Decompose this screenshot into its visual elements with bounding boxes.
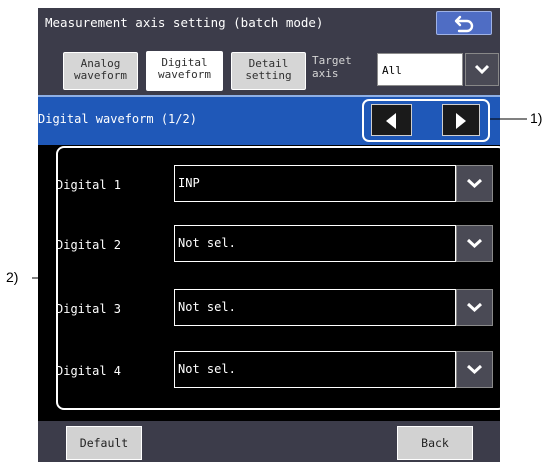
callout-lines xyxy=(32,118,527,279)
callout-1: 1) xyxy=(530,110,543,126)
callout-2: 2) xyxy=(6,269,19,285)
